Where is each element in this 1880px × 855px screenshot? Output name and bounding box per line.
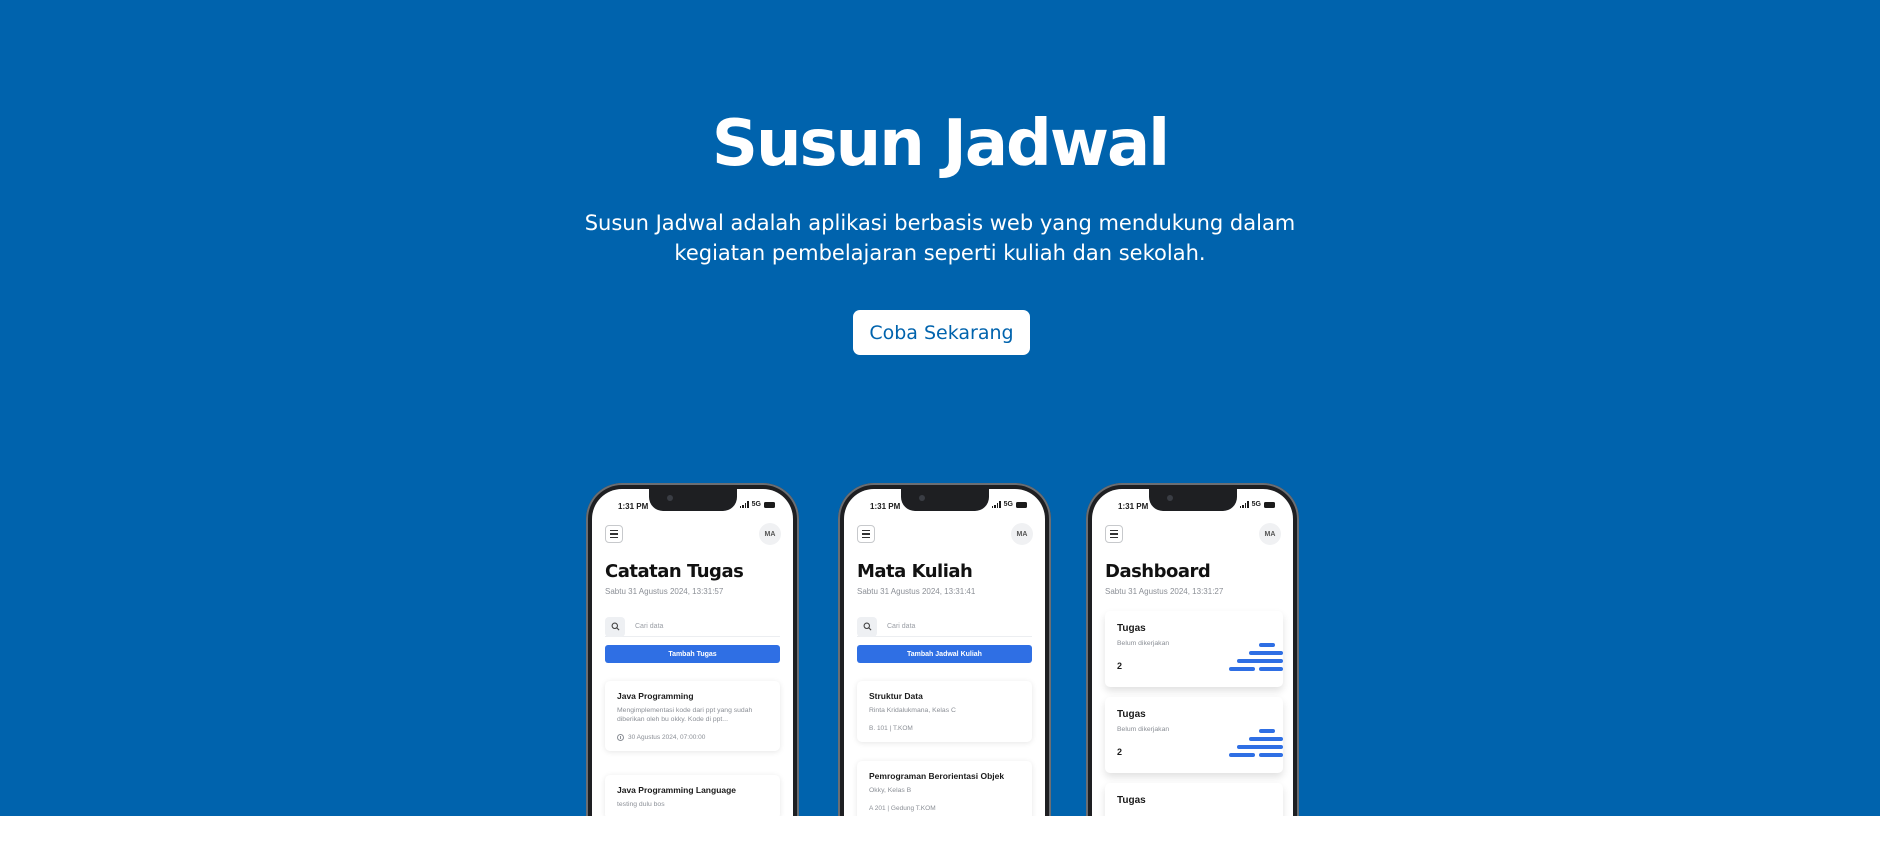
hero-section: Susun Jadwal Susun Jadwal adalah aplikas… [0, 0, 1880, 816]
signal-icon [1239, 501, 1249, 508]
network-label: 5G [751, 501, 761, 508]
dash-card-title: Tugas [1117, 709, 1146, 720]
dash-card-title: Tugas [1117, 623, 1146, 634]
search-icon [857, 616, 877, 637]
dash-card-title: Tugas [1117, 795, 1146, 806]
status-bar-icons: 5G [739, 501, 775, 508]
page-date: Sabtu 31 Agustus 2024, 13:31:57 [605, 587, 724, 596]
card-title: Java Programming [617, 691, 694, 701]
avatar[interactable]: MA [759, 523, 781, 545]
signal-icon [991, 501, 1001, 508]
avatar[interactable]: MA [1259, 523, 1281, 545]
phone-mockup-dashboard: 1:31 PM 5G MA Dashboard Sabtu 31 Agustus… [1086, 483, 1299, 816]
avatar[interactable]: MA [1011, 523, 1033, 545]
phone-screen: 1:31 PM 5G MA Dashboard Sabtu 31 Agustus… [1092, 489, 1293, 816]
card-text: Rinta Kridalukmana, Kelas C [869, 707, 956, 714]
status-time: 1:31 PM [1118, 502, 1149, 511]
signal-icon [739, 501, 749, 508]
battery-icon [764, 501, 775, 508]
card-room: A 201 | Gedung T.KOM [869, 805, 936, 812]
hero-description: Susun Jadwal adalah aplikasi berbasis we… [584, 211, 1296, 265]
menu-icon[interactable] [605, 525, 623, 543]
card-text: testing dulu bos [617, 801, 665, 808]
task-card[interactable]: Java Programming Mengimplementasi kode d… [605, 681, 780, 751]
course-card[interactable]: Struktur Data Rinta Kridalukmana, Kelas … [857, 681, 1032, 742]
card-text: Okky, Kelas B [869, 787, 912, 794]
card-deadline-text: 30 Agustus 2024, 07:00:00 [628, 734, 706, 741]
decorative-lines-icon [1225, 729, 1283, 761]
menu-icon[interactable] [857, 525, 875, 543]
dash-card-count: 2 [1117, 747, 1123, 757]
dashboard-card[interactable]: Tugas Belum dikerjakan 2 [1105, 611, 1283, 687]
card-room: B. 101 | T.KOM [869, 725, 913, 732]
card-title: Pemrograman Berorientasi Objek [869, 771, 1005, 781]
dashboard-card[interactable]: Tugas [1105, 783, 1283, 816]
task-card[interactable]: Java Programming Language testing dulu b… [605, 775, 780, 816]
page-title: Dashboard [1105, 561, 1211, 582]
battery-icon [1016, 501, 1027, 508]
battery-icon [1264, 501, 1275, 508]
phone-notch [648, 489, 737, 511]
card-title: Java Programming Language [617, 785, 737, 795]
hero-title: Susun Jadwal [711, 107, 1170, 181]
phone-notch [900, 489, 989, 511]
status-time: 1:31 PM [618, 502, 649, 511]
status-bar-icons: 5G [991, 501, 1027, 508]
phone-mockup-courses: 1:31 PM 5G MA Mata Kuliah Sabtu 31 Agust… [838, 483, 1051, 816]
search-input[interactable]: Cari data [605, 616, 780, 637]
search-placeholder: Cari data [635, 623, 664, 630]
phone-notch [1148, 489, 1237, 511]
page-date: Sabtu 31 Agustus 2024, 13:31:41 [857, 587, 976, 596]
phone-mockup-tasks: 1:31 PM 5G MA Catatan Tugas Sabtu 31 Agu… [586, 483, 799, 816]
network-label: 5G [1251, 501, 1261, 508]
phone-screen: 1:31 PM 5G MA Mata Kuliah Sabtu 31 Agust… [844, 489, 1045, 816]
dashboard-card[interactable]: Tugas Belum dikerjakan 2 [1105, 697, 1283, 773]
status-bar-icons: 5G [1239, 501, 1275, 508]
page-title: Catatan Tugas [605, 561, 744, 582]
phone-screen: 1:31 PM 5G MA Catatan Tugas Sabtu 31 Agu… [592, 489, 793, 816]
search-placeholder: Cari data [887, 623, 916, 630]
try-now-button[interactable]: Coba Sekarang [853, 310, 1030, 355]
dash-card-count: 2 [1117, 661, 1123, 671]
add-course-button[interactable]: Tambah Jadwal Kuliah [857, 645, 1032, 663]
page-date: Sabtu 31 Agustus 2024, 13:31:27 [1105, 587, 1224, 596]
network-label: 5G [1003, 501, 1013, 508]
page-title: Mata Kuliah [857, 561, 973, 582]
card-title: Struktur Data [869, 691, 923, 701]
search-icon [605, 616, 625, 637]
clock-icon [617, 734, 624, 741]
search-input[interactable]: Cari data [857, 616, 1032, 637]
card-deadline: 30 Agustus 2024, 07:00:00 [617, 734, 768, 741]
card-text: Mengimplementasi kode dari ppt yang suda… [617, 707, 753, 723]
menu-icon[interactable] [1105, 525, 1123, 543]
status-time: 1:31 PM [870, 502, 901, 511]
course-card[interactable]: Pemrograman Berorientasi Objek Okky, Kel… [857, 761, 1032, 816]
add-task-button[interactable]: Tambah Tugas [605, 645, 780, 663]
decorative-lines-icon [1225, 643, 1283, 675]
